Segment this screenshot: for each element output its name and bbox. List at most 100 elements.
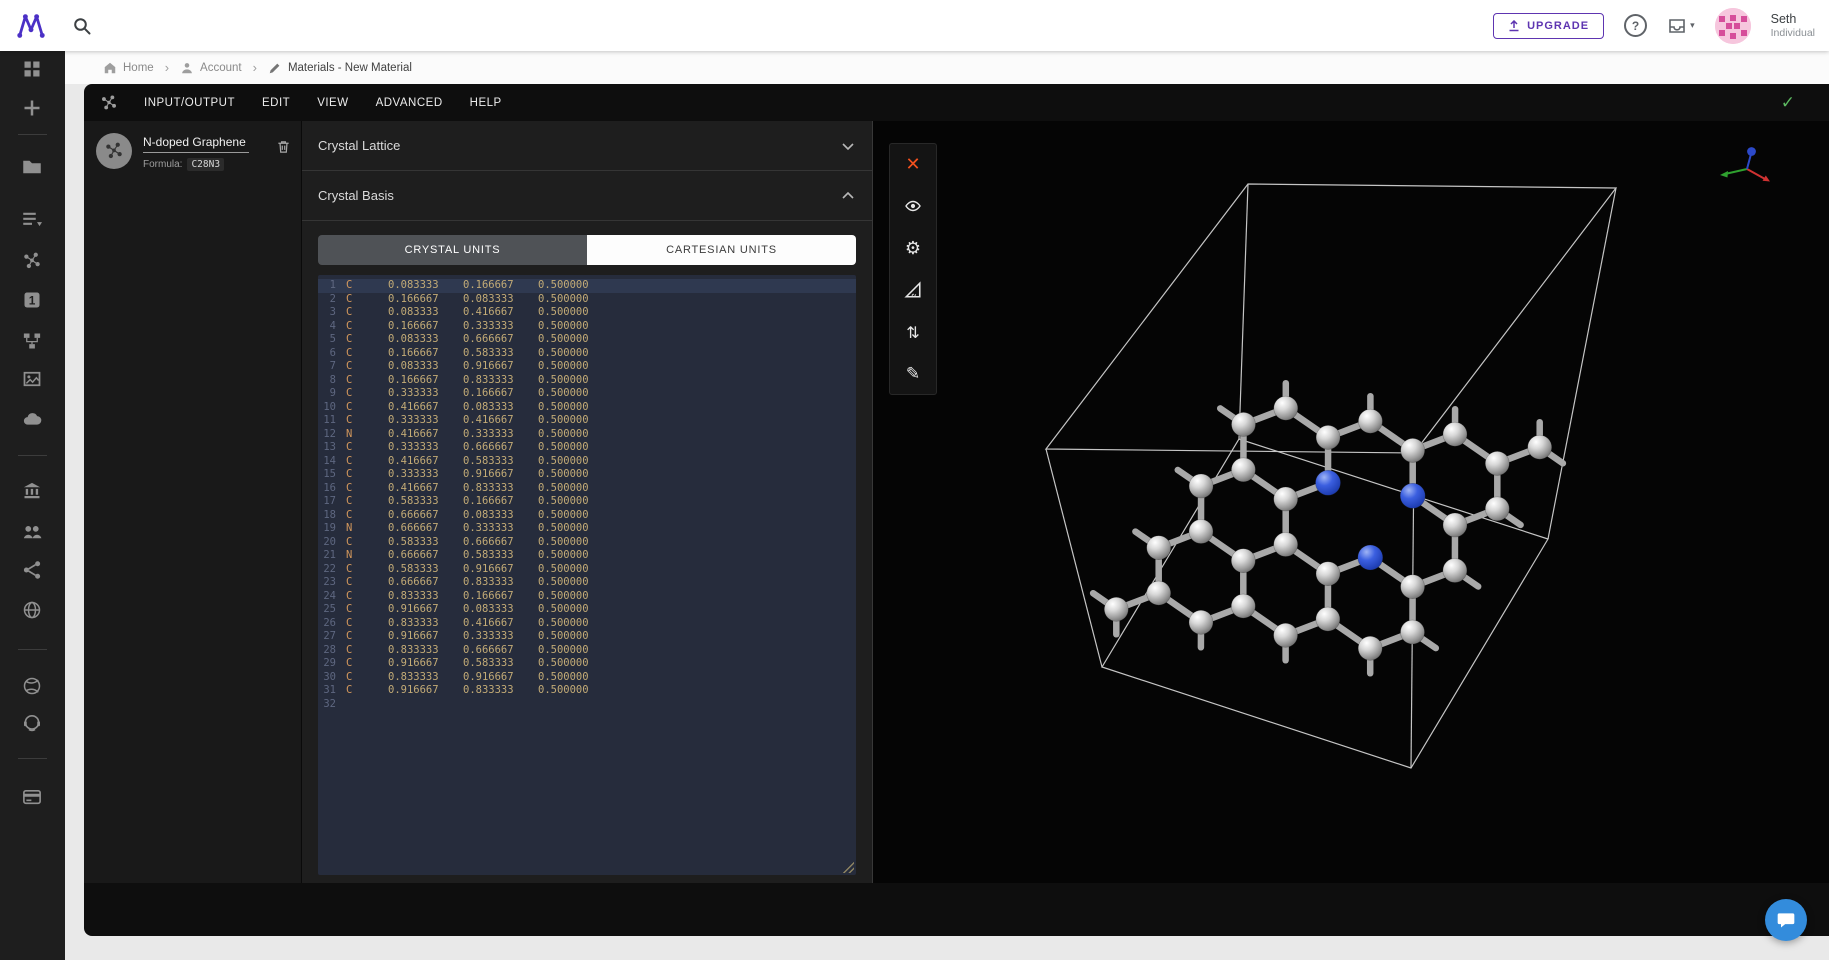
team-icon[interactable] <box>22 522 42 542</box>
support-icon[interactable] <box>22 713 42 733</box>
queue-icon[interactable] <box>22 209 42 229</box>
sidebar-divider <box>18 134 47 135</box>
breadcrumb-home-label: Home <box>123 62 154 74</box>
crystal-lattice-title: Crystal Lattice <box>318 138 400 153</box>
avatar-identicon <box>1715 8 1751 44</box>
editor-line: 26C0.8333330.4166670.500000 <box>318 617 856 631</box>
menu-help[interactable]: HELP <box>470 97 502 109</box>
basis-code-editor[interactable]: 1C0.0833330.1666670.5000002C0.1666670.08… <box>318 275 856 875</box>
menu-advanced[interactable]: ADVANCED <box>376 97 443 109</box>
editor-line: 19N0.6666670.3333330.500000 <box>318 522 856 536</box>
billing-icon[interactable] <box>22 787 42 807</box>
axes-gizmo[interactable] <box>1713 143 1777 191</box>
folders-icon[interactable] <box>22 157 42 177</box>
inbox-menu[interactable]: ▾ <box>1667 16 1695 36</box>
bank-icon[interactable] <box>22 481 42 501</box>
new-entity-icon[interactable] <box>22 98 42 118</box>
chat-icon <box>1776 910 1796 930</box>
jobs-icon[interactable]: 1 <box>22 290 42 310</box>
viewer-toolbar: ✕ ⚙ ⇅ ✎ <box>889 143 937 395</box>
upgrade-button[interactable]: UPGRADE <box>1493 13 1604 39</box>
editor-line: 15C0.3333330.9166670.500000 <box>318 468 856 482</box>
editor-line: 12N0.4166670.3333330.500000 <box>318 428 856 442</box>
designer-menubar: INPUT/OUTPUT EDIT VIEW ADVANCED HELP ✓ <box>84 84 1829 121</box>
pencil-icon[interactable]: ✎ <box>902 363 924 385</box>
material-name-input[interactable] <box>143 133 249 153</box>
dashboard-icon[interactable] <box>22 59 42 79</box>
editor-line: 21N0.6666670.5833330.500000 <box>318 549 856 563</box>
axis-c-ball <box>1747 147 1756 156</box>
structure-viewer[interactable]: ✕ ⚙ ⇅ ✎ <box>873 121 1829 883</box>
menu-input-output[interactable]: INPUT/OUTPUT <box>144 97 235 109</box>
workflows-icon[interactable] <box>22 331 42 351</box>
sidebar-divider <box>18 455 47 456</box>
formula-label: Formula: <box>143 159 182 170</box>
editor-line: 24C0.8333330.1666670.500000 <box>318 590 856 604</box>
carbon-atom <box>1147 536 1171 560</box>
explore-icon[interactable] <box>22 676 42 696</box>
material-list-item[interactable]: Formula: C28N3 <box>84 121 301 171</box>
tab-cartesian-units[interactable]: CARTESIAN UNITS <box>587 235 856 265</box>
breadcrumb-home[interactable]: Home <box>103 61 154 75</box>
molecule-icon <box>100 94 118 112</box>
sidebar-divider <box>18 758 47 759</box>
editor-line: 2C0.1666670.0833330.500000 <box>318 293 856 307</box>
chat-button[interactable] <box>1765 899 1807 941</box>
carbon-atom <box>1189 610 1213 634</box>
carbon-atom <box>1231 594 1255 618</box>
breadcrumb-account[interactable]: Account <box>180 61 242 75</box>
editor-line: 31C0.9166670.8333330.500000 <box>318 684 856 698</box>
app-root: UPGRADE ? ▾ <box>0 0 1829 960</box>
gear-icon[interactable]: ⚙ <box>902 237 924 259</box>
material-formula: Formula: C28N3 <box>143 158 270 171</box>
workspace-footer <box>84 883 1829 936</box>
web-icon[interactable] <box>22 600 42 620</box>
mat3ra-logo-icon[interactable] <box>16 11 46 41</box>
delete-icon[interactable] <box>276 139 291 155</box>
measure-icon[interactable] <box>902 279 924 301</box>
avatar[interactable] <box>1715 8 1751 44</box>
source-editor-panel: Crystal Lattice Crystal Basis CRYSTAL UN… <box>301 121 873 883</box>
editor-line: 25C0.9166670.0833330.500000 <box>318 603 856 617</box>
tab-crystal-units[interactable]: CRYSTAL UNITS <box>318 235 587 265</box>
cloud-icon[interactable] <box>22 409 42 429</box>
breadcrumb-separator: › <box>253 60 257 75</box>
eye-icon[interactable] <box>902 195 924 217</box>
crystal-basis-header[interactable]: Crystal Basis <box>302 171 872 221</box>
viewer-canvas[interactable] <box>873 121 1829 883</box>
carbon-atom <box>1443 513 1467 537</box>
user-block[interactable]: Seth Individual <box>1771 12 1815 38</box>
carbon-atom <box>1231 458 1255 482</box>
topbar-left <box>0 11 92 41</box>
swap-axes-icon[interactable]: ⇅ <box>902 321 924 343</box>
topbar-right: UPGRADE ? ▾ <box>1493 8 1829 44</box>
resize-grip-icon[interactable] <box>841 860 854 873</box>
molecule-icon <box>104 141 124 161</box>
upload-icon <box>1508 20 1520 32</box>
user-plan: Individual <box>1771 27 1815 39</box>
menu-edit[interactable]: EDIT <box>262 97 290 109</box>
search-icon[interactable] <box>72 16 92 36</box>
share-icon[interactable] <box>22 560 42 580</box>
editor-line: 17C0.5833330.1666670.500000 <box>318 495 856 509</box>
breadcrumb-separator: › <box>165 60 169 75</box>
inbox-icon <box>1667 16 1687 36</box>
media-icon[interactable] <box>22 369 42 389</box>
carbon-atom <box>1147 581 1171 605</box>
crystal-lattice-header[interactable]: Crystal Lattice <box>302 121 872 171</box>
help-icon[interactable]: ? <box>1624 14 1647 37</box>
pencil-icon <box>268 61 282 75</box>
materials-icon[interactable] <box>22 251 42 271</box>
svg-text:1: 1 <box>29 294 36 308</box>
check-icon[interactable]: ✓ <box>1781 93 1795 113</box>
menu-items: INPUT/OUTPUT EDIT VIEW ADVANCED HELP <box>144 97 502 109</box>
editor-line: 27C0.9166670.3333330.500000 <box>318 630 856 644</box>
close-icon[interactable]: ✕ <box>902 153 924 175</box>
editor-line: 10C0.4166670.0833330.500000 <box>318 401 856 415</box>
carbon-atom <box>1443 422 1467 446</box>
nitrogen-atom <box>1316 470 1341 495</box>
carbon-atom <box>1274 533 1298 557</box>
menu-view[interactable]: VIEW <box>317 97 348 109</box>
sidebar-divider <box>18 649 47 650</box>
sidebar: 1 <box>0 51 65 960</box>
